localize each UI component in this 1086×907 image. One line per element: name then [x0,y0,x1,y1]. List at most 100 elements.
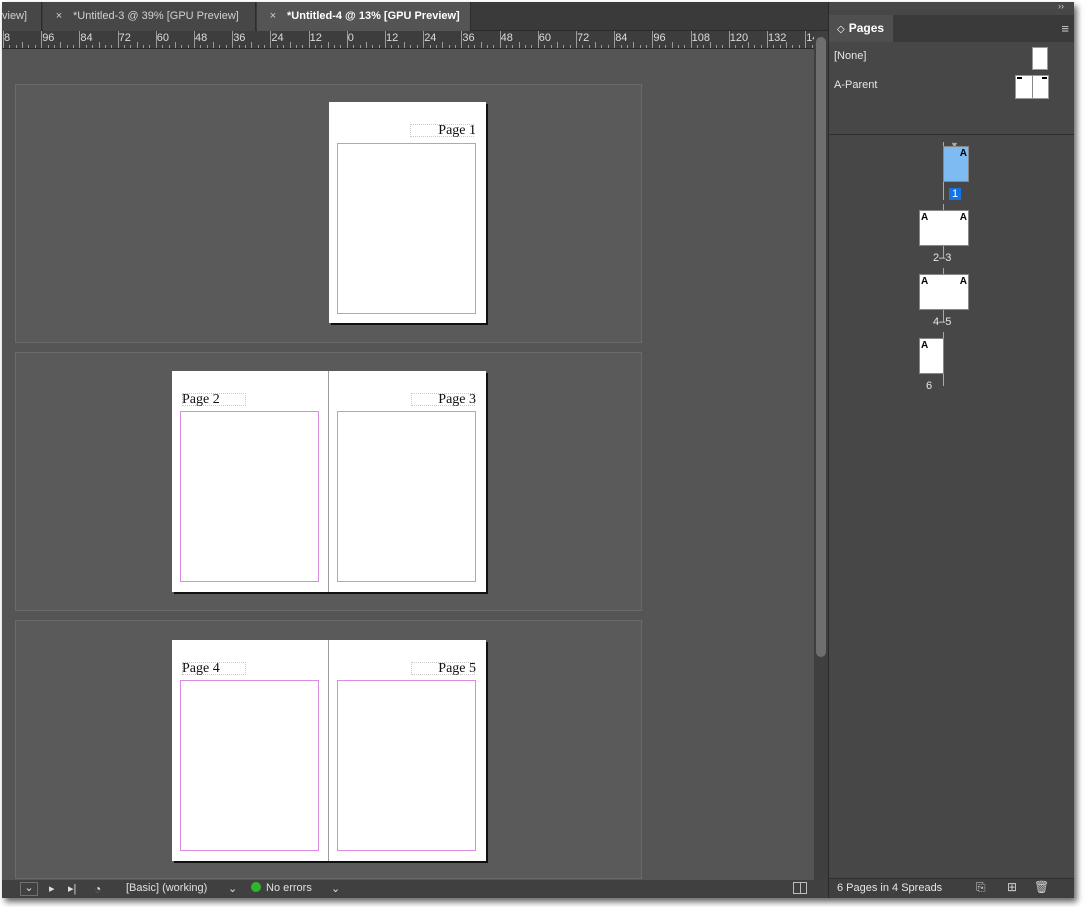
page-number-4-5[interactable]: 4–5 [933,316,951,328]
ruler-tick [747,42,749,48]
spread-view-icon[interactable] [793,882,807,894]
ruler-tick [334,45,336,48]
chevron-down-icon: ⌄ [24,882,34,894]
ruler-tick [652,31,654,48]
ruler-tick [155,31,157,48]
new-page-icon[interactable]: ⊞ [1007,880,1017,894]
page-number-2-3[interactable]: 2–3 [933,252,951,264]
preflight-menu-icon[interactable]: ⌄ [331,882,340,895]
ruler-label: 60 [538,32,552,44]
ruler-tick [786,42,788,48]
ruler-tick [34,45,36,48]
ruler-tick [429,45,431,48]
document-canvas[interactable]: Page 1 Page 2 Page 3 Page 4 Page 5 [2,50,814,880]
ruler-tick [531,45,533,48]
ruler-tick [359,45,361,48]
ruler-tick [22,42,24,48]
ruler-tick [149,45,151,48]
ruler-tick [595,42,597,48]
spread-pages-4-5[interactable]: Page 4 Page 5 [172,640,486,861]
ruler-tick [60,42,62,48]
ruler-tick [397,45,399,48]
ruler-tick [219,45,221,48]
tab-previous[interactable]: view] [2,2,42,31]
delete-icon[interactable]: 🗑 [1034,880,1049,894]
preflight-profile[interactable]: [Basic] (working) [126,882,207,894]
ruler-tick [200,45,202,48]
preflight-status[interactable]: No errors [251,882,312,894]
last-page-icon[interactable]: ▸| [68,882,76,895]
ruler-tick [391,45,393,48]
close-icon[interactable]: × [53,2,65,31]
play-icon[interactable]: ▸ [49,882,55,895]
ruler-tick [47,45,49,48]
parent-none[interactable]: [None] [834,50,866,62]
ruler-label: 60 [156,32,170,44]
ruler-tick [716,45,718,48]
ruler-label: 0 [347,32,354,44]
parent-letter: A [921,212,929,223]
ruler-tick [213,42,215,48]
page-number-6[interactable]: 6 [926,380,932,392]
edit-page-size-icon[interactable]: ⎘ [976,880,986,895]
margin-guide [337,680,476,851]
tab-untitled-3[interactable]: × *Untitled-3 @ 39% [GPU Preview] [43,2,256,31]
document-tab-bar: view] × *Untitled-3 @ 39% [GPU Preview] ×… [2,2,828,31]
ruler-tick [588,45,590,48]
tab-untitled-4[interactable]: × *Untitled-4 @ 13% [GPU Preview] [257,2,471,31]
ruler-tick [493,45,495,48]
spread-pages-2-3[interactable]: Page 2 Page 3 [172,371,486,592]
ruler-label: 24 [271,32,284,44]
scrollbar-thumb[interactable] [816,37,826,657]
page-label: Page 3 [438,392,476,407]
ruler-tick [372,45,374,48]
ruler-tick [295,45,297,48]
menu-icon[interactable]: ≡ [1061,21,1069,36]
ruler-label: 72 [118,32,131,44]
ruler-tick [576,31,577,48]
ruler-tick [289,42,291,48]
ruler-tick [798,45,800,48]
ruler-tick [104,45,106,48]
ruler-label: 8 [4,32,11,44]
ruler-label: 120 [729,32,749,44]
page-1[interactable]: Page 1 [329,102,486,323]
ruler-tick [525,45,527,48]
ruler-tick [346,31,348,48]
ruler-tick [206,45,208,48]
ruler-label: 24 [424,32,437,44]
collapse-icon[interactable]: ›› [1058,2,1064,11]
ruler-tick [321,45,323,48]
parent-letter: A [959,148,967,159]
page-thumbnail-2-3[interactable]: A A [919,210,969,246]
ruler-tick [53,45,55,48]
page-thumbnail-1[interactable]: A [943,146,969,182]
ruler-tick [270,31,272,48]
ruler-tick [703,45,705,48]
parent-none-thumbnail[interactable] [1032,47,1048,70]
ruler-tick [168,45,170,48]
page-thumbnail-6[interactable]: A [919,338,944,374]
ruler-tick [251,42,253,48]
horizontal-ruler[interactable]: 8 96 84 72 60 48 36 24 12 0 12 24 36 48 60 72 84 96 108 120… [2,31,825,49]
ruler-tick [66,45,68,48]
page-number-dropdown[interactable]: ⌄ [20,882,38,896]
close-icon[interactable]: × [267,2,279,31]
vertical-scrollbar[interactable] [814,31,828,880]
parent-a-thumbnail[interactable] [1015,75,1049,99]
panel-tab-pages[interactable]: ◇ Pages [829,15,893,42]
ruler-tick [461,31,463,48]
page-thumbnail-4-5[interactable]: A A [919,274,969,310]
ruler-tick [238,45,240,48]
indesign-window: view] × *Untitled-3 @ 39% [GPU Preview] ×… [2,2,1074,898]
ruler-label: 96 [42,32,55,44]
parent-a[interactable]: A-Parent [834,79,877,91]
ruler-tick [779,45,781,48]
ruler-tick [276,45,278,48]
preflight-icon[interactable]: ◔ [94,882,101,896]
ruler-tick [486,45,488,48]
ruler-label: 96 [653,32,666,44]
ruler-tick [633,42,635,48]
profile-dropdown-icon[interactable]: ⌄ [228,882,237,895]
page-number-1[interactable]: 1 [949,188,962,200]
